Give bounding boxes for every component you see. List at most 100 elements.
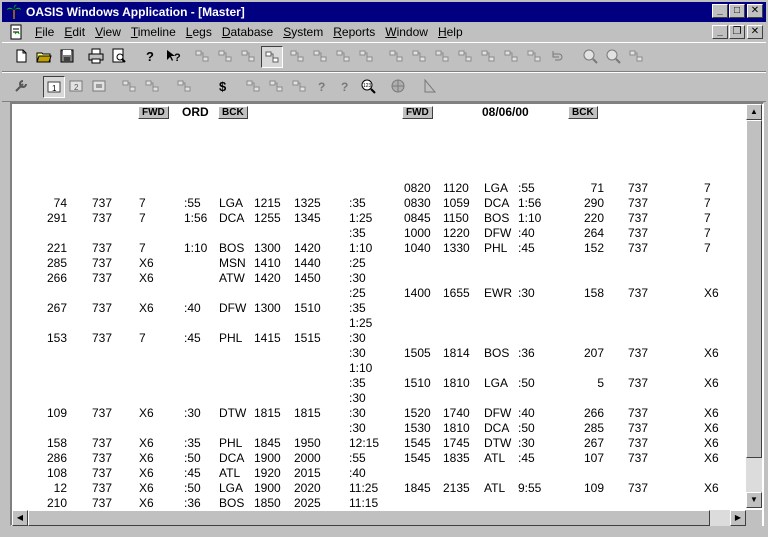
fare-cell: 5	[597, 376, 604, 390]
mdi-close-button[interactable]: ✕	[747, 25, 763, 39]
class-cell: X6	[704, 421, 719, 435]
print-icon[interactable]	[86, 46, 108, 68]
station-cell: PHL	[219, 331, 243, 345]
link-dots-icon[interactable]	[524, 46, 546, 68]
class-cell: 7	[139, 241, 146, 255]
undo-icon[interactable]	[547, 46, 569, 68]
leg-delete-icon[interactable]	[261, 46, 283, 68]
maximize-button[interactable]: □	[729, 4, 745, 18]
scroll-up-arrow-icon[interactable]: ▲	[746, 104, 762, 120]
scroll-left-arrow-icon[interactable]: ◀	[12, 510, 28, 526]
arrival-cell: 1515	[294, 331, 321, 345]
column-box-icon[interactable]	[310, 46, 332, 68]
check-circle-icon[interactable]	[478, 46, 500, 68]
departure-cell: 1520	[404, 406, 431, 420]
block-time-cell: :50	[184, 451, 201, 465]
station-cell: ATW	[219, 271, 245, 285]
vertical-scrollbar[interactable]: ▲ ▼	[746, 104, 762, 508]
context-help-icon[interactable]: ?	[163, 46, 185, 68]
menu-file[interactable]: File	[30, 25, 59, 39]
menu-window[interactable]: Window	[380, 25, 433, 39]
menu-help[interactable]: Help	[433, 25, 468, 39]
svg-text:1: 1	[52, 84, 57, 93]
zoom-in-icon[interactable]	[580, 46, 602, 68]
menu-system[interactable]: System	[278, 25, 328, 39]
schedule-a-icon[interactable]	[243, 76, 265, 98]
menu-database[interactable]: Database	[217, 25, 278, 39]
zoom-out-icon[interactable]	[603, 46, 625, 68]
scroll-down-arrow-icon[interactable]: ▼	[746, 492, 762, 508]
scroll-right-arrow-icon[interactable]: ▶	[730, 510, 746, 526]
block-time-cell: :55	[518, 181, 535, 195]
view-two-icon[interactable]: 2	[66, 76, 88, 98]
join-icon[interactable]	[432, 46, 454, 68]
horizontal-scroll-thumb[interactable]	[28, 510, 710, 526]
vertical-scroll-thumb[interactable]	[746, 120, 762, 458]
departure-cell: 1845	[404, 481, 431, 495]
schedule-b-icon[interactable]	[266, 76, 288, 98]
view-three-icon[interactable]	[89, 76, 111, 98]
open-folder-icon[interactable]	[34, 46, 56, 68]
leg-back-icon[interactable]	[215, 46, 237, 68]
dollar-icon[interactable]: $	[214, 76, 236, 98]
globe-icon[interactable]	[388, 76, 410, 98]
arrival-cell: 1655	[443, 286, 470, 300]
connect-icon[interactable]	[455, 46, 477, 68]
right-fwd-button[interactable]: FWD	[402, 106, 433, 119]
left-bck-button[interactable]: BCK	[218, 106, 248, 119]
menu-timeline[interactable]: Timeline	[126, 25, 181, 39]
menu-legs[interactable]: Legs	[181, 25, 217, 39]
leg-insert-icon[interactable]	[238, 46, 260, 68]
save-disk-icon[interactable]	[57, 46, 79, 68]
menu-view[interactable]: View	[90, 25, 126, 39]
oasis-palm-icon	[7, 4, 21, 19]
search-123-icon[interactable]: 123	[358, 76, 380, 98]
wrench-icon[interactable]	[11, 76, 33, 98]
split-icon[interactable]	[333, 46, 355, 68]
sequence-icon[interactable]	[119, 76, 141, 98]
minimize-button[interactable]: _	[712, 4, 728, 18]
arrival-cell: 1810	[443, 376, 470, 390]
stack-icon[interactable]	[356, 46, 378, 68]
class-cell: X6	[139, 496, 154, 510]
tile-icon[interactable]	[626, 46, 648, 68]
document-icon[interactable]	[8, 24, 24, 40]
right-bck-button[interactable]: BCK	[568, 106, 598, 119]
new-file-icon[interactable]	[11, 46, 33, 68]
print-preview-icon[interactable]	[109, 46, 131, 68]
leg-forward-icon[interactable]	[192, 46, 214, 68]
class-cell: X6	[704, 481, 719, 495]
departure-cell: 1040	[404, 241, 431, 255]
column-highlight-icon[interactable]	[287, 46, 309, 68]
mdi-minimize-button[interactable]: _	[712, 25, 728, 39]
block-time-cell: :30	[518, 286, 535, 300]
question-a-icon[interactable]: ?	[312, 76, 334, 98]
left-fwd-button[interactable]: FWD	[138, 106, 169, 119]
menu-edit[interactable]: Edit	[59, 25, 90, 39]
stop-circle-icon[interactable]	[501, 46, 523, 68]
time-arrow-icon[interactable]	[289, 76, 311, 98]
swap-icon[interactable]	[174, 76, 196, 98]
equipment-cell: 737	[628, 181, 649, 195]
title-bar: OASIS Windows Application - [Master] _ □…	[2, 2, 766, 22]
station-cell: MSN	[219, 256, 246, 270]
ruler-triangle-icon[interactable]	[420, 76, 442, 98]
class-cell: X6	[139, 481, 154, 495]
class-cell: X6	[704, 376, 719, 390]
arrival-cell: 2135	[443, 481, 470, 495]
close-button[interactable]: ✕	[747, 4, 763, 18]
view-one-icon[interactable]: 1	[43, 76, 65, 98]
grid-icon[interactable]	[386, 46, 408, 68]
departure-cell: 0830	[404, 196, 431, 210]
help-question-icon[interactable]: ?	[140, 46, 162, 68]
horizontal-scrollbar[interactable]: ◀ ▶	[12, 510, 746, 526]
arrival-cell: 1059	[443, 196, 470, 210]
cross-icon[interactable]	[409, 46, 431, 68]
ground-time-cell: :35	[349, 196, 366, 210]
block-time-cell: 1:56	[184, 211, 208, 225]
mdi-restore-button[interactable]: ❐	[729, 25, 745, 39]
menu-reports[interactable]: Reports	[328, 25, 380, 39]
question-b-icon[interactable]: ?	[335, 76, 357, 98]
gauge-icon[interactable]	[142, 76, 164, 98]
departure-cell: 1900	[254, 481, 281, 495]
